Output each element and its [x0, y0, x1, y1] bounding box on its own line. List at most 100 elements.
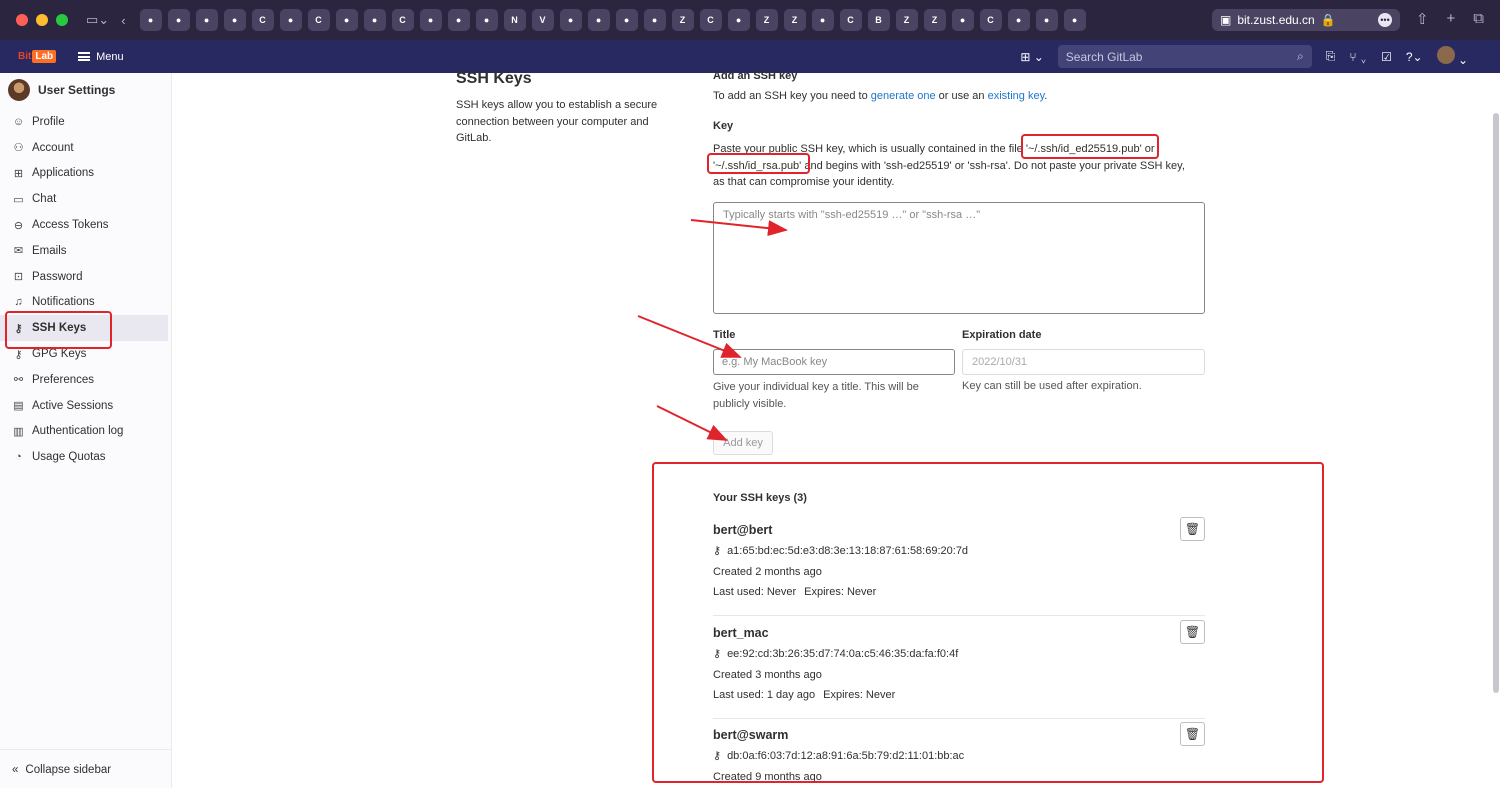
tab-favicon[interactable]: ● — [643, 9, 666, 31]
more-icon[interactable]: ••• — [1378, 13, 1392, 27]
sidebar-header[interactable]: User Settings — [0, 73, 171, 107]
gitlab-logo[interactable]: Bit Lab — [18, 50, 57, 63]
existing-key-link[interactable]: existing key — [988, 90, 1045, 102]
menu-button[interactable]: Menu — [78, 51, 124, 63]
tab-favicon[interactable]: ● — [559, 9, 582, 31]
sidebar-item-authentication-log[interactable]: ▥ Authentication log — [0, 419, 171, 445]
tab-favicon[interactable]: ● — [615, 9, 638, 31]
sidebar-item-access-tokens[interactable]: ⊖ Access Tokens — [0, 212, 171, 238]
address-bar[interactable]: ▣ bit.zust.edu.cn 🔒 ••• — [1212, 9, 1400, 31]
key-textarea[interactable]: Typically starts with "ssh-ed25519 …" or… — [713, 202, 1205, 314]
minimize-window-button[interactable] — [36, 14, 48, 26]
new-tab-icon[interactable]: + — [1447, 10, 1456, 28]
sidebar-item-password[interactable]: ⊡ Password — [0, 264, 171, 290]
tab-favicon[interactable]: ● — [419, 9, 442, 31]
tab-favicon[interactable]: C — [699, 9, 722, 31]
todo-icon[interactable]: ☑ — [1381, 50, 1392, 64]
key-icon: ⚷ — [14, 348, 23, 361]
tab-favicon[interactable]: ● — [951, 9, 974, 31]
tab-favicon[interactable]: Z — [783, 9, 806, 31]
sidebar-item-label: Access Tokens — [32, 219, 109, 232]
tab-favicon[interactable]: Z — [671, 9, 694, 31]
tab-favicon[interactable]: ● — [279, 9, 302, 31]
search-input[interactable]: Search GitLab ⌕ — [1057, 45, 1312, 68]
sidebar-item-chat[interactable]: ▭ Chat — [0, 186, 171, 212]
add-key-button[interactable]: Add key — [713, 431, 773, 455]
expiration-value: 2022/10/31 — [972, 356, 1028, 368]
tab-favicon[interactable]: ● — [363, 9, 386, 31]
user-menu[interactable]: ⌄ — [1436, 46, 1468, 67]
sidebar-item-label: Password — [32, 270, 83, 283]
tab-favicon[interactable]: Z — [923, 9, 946, 31]
sidebar-item-label: GPG Keys — [32, 348, 87, 361]
tab-favicon[interactable]: C — [251, 9, 274, 31]
share-icon[interactable]: ⇧ — [1416, 10, 1429, 28]
tab-favicon[interactable]: V — [531, 9, 554, 31]
tab-favicon[interactable]: ● — [195, 9, 218, 31]
tab-favicon[interactable]: ● — [223, 9, 246, 31]
sidebar-item-account[interactable]: ⚇ Account — [0, 135, 171, 161]
sidebar-item-label: Notifications — [32, 296, 95, 309]
tab-favicon[interactable]: B — [867, 9, 890, 31]
chat-icon: ▭ — [13, 193, 24, 206]
tab-favicon[interactable]: Z — [755, 9, 778, 31]
tab-favicon[interactable]: N — [503, 9, 526, 31]
tab-favicon[interactable]: ● — [1063, 9, 1086, 31]
avatar — [1436, 46, 1455, 64]
new-item-icon[interactable]: ⊞ ⌄ — [1020, 50, 1043, 64]
sidebar-item-emails[interactable]: ✉ Emails — [0, 238, 171, 264]
scrollbar[interactable] — [1493, 113, 1499, 693]
tab-favicon[interactable]: ● — [139, 9, 162, 31]
sidebar-item-profile[interactable]: ☺ Profile — [0, 109, 171, 135]
logo-prefix: Bit — [18, 51, 32, 62]
tab-favicon[interactable]: C — [307, 9, 330, 31]
key-placeholder: Typically starts with "ssh-ed25519 …" or… — [723, 209, 981, 221]
tab-favicon[interactable]: ● — [587, 9, 610, 31]
page-title: SSH Keys — [456, 70, 532, 87]
tab-favicon[interactable]: ● — [335, 9, 358, 31]
tab-favicon[interactable]: ● — [727, 9, 750, 31]
sidebar-item-usage-quotas[interactable]: ◔ Usage Quotas — [0, 444, 171, 470]
logo-suffix: Lab — [32, 50, 57, 63]
sidebar-item-applications[interactable]: ⊞ Applications — [0, 161, 171, 187]
expiration-help-text: Key can still be used after expiration. — [962, 380, 1142, 392]
search-icon: ⌕ — [1297, 49, 1304, 63]
generate-one-link[interactable]: generate one — [871, 90, 936, 102]
lock-icon: ⊡ — [13, 271, 24, 284]
intro-text: or use an — [935, 90, 988, 102]
tab-favicon[interactable]: C — [391, 9, 414, 31]
sidebar-item-label: Applications — [32, 167, 95, 180]
tab-favicon[interactable]: ● — [447, 9, 470, 31]
help-icon[interactable]: ?⌄ — [1406, 50, 1423, 64]
tab-favicon[interactable]: C — [979, 9, 1002, 31]
tab-favicon[interactable]: C — [839, 9, 862, 31]
tab-favicon[interactable]: ● — [1035, 9, 1058, 31]
collapse-sidebar-button[interactable]: « Collapse sidebar — [12, 764, 111, 776]
key-label: Key — [713, 120, 734, 132]
tab-favicon[interactable]: ● — [1007, 9, 1030, 31]
tab-favicon[interactable]: ● — [167, 9, 190, 31]
sidebar-toggle-icon[interactable]: ▭⌄ — [86, 12, 109, 28]
page-description: SSH keys allow you to establish a secure… — [456, 99, 658, 144]
browser-toolbar: ▭⌄ ‹ ● ● ● ● C ● C ● ● C ● ● ● N V ● ● ●… — [0, 0, 1500, 40]
title-input[interactable]: e.g. My MacBook key — [713, 349, 955, 375]
sidebar-item-preferences[interactable]: ⚯ Preferences — [0, 367, 171, 393]
expiration-date-input[interactable]: 2022/10/31 — [962, 349, 1205, 375]
zoom-window-button[interactable] — [56, 14, 68, 26]
site-icon: ▣ — [1220, 13, 1232, 27]
sidebar-item-active-sessions[interactable]: ▤ Active Sessions — [0, 393, 171, 419]
tab-favicon[interactable]: ● — [811, 9, 834, 31]
window-controls — [16, 14, 68, 26]
sidebar-title: User Settings — [38, 83, 116, 97]
search-placeholder: Search GitLab — [1065, 49, 1143, 64]
merge-requests-icon[interactable]: ⑂ ⌄ — [1349, 50, 1367, 64]
back-icon[interactable]: ‹ — [121, 13, 125, 28]
title-label: Title — [713, 329, 736, 341]
sidebar-item-label: Profile — [32, 115, 65, 128]
account-icon: ⚇ — [13, 142, 24, 155]
tab-overview-icon[interactable]: ⧉ — [1473, 10, 1484, 28]
tab-favicon[interactable]: Z — [895, 9, 918, 31]
close-window-button[interactable] — [16, 14, 28, 26]
tab-favicon[interactable]: ● — [475, 9, 498, 31]
issues-icon[interactable]: ⎘ — [1326, 49, 1336, 64]
